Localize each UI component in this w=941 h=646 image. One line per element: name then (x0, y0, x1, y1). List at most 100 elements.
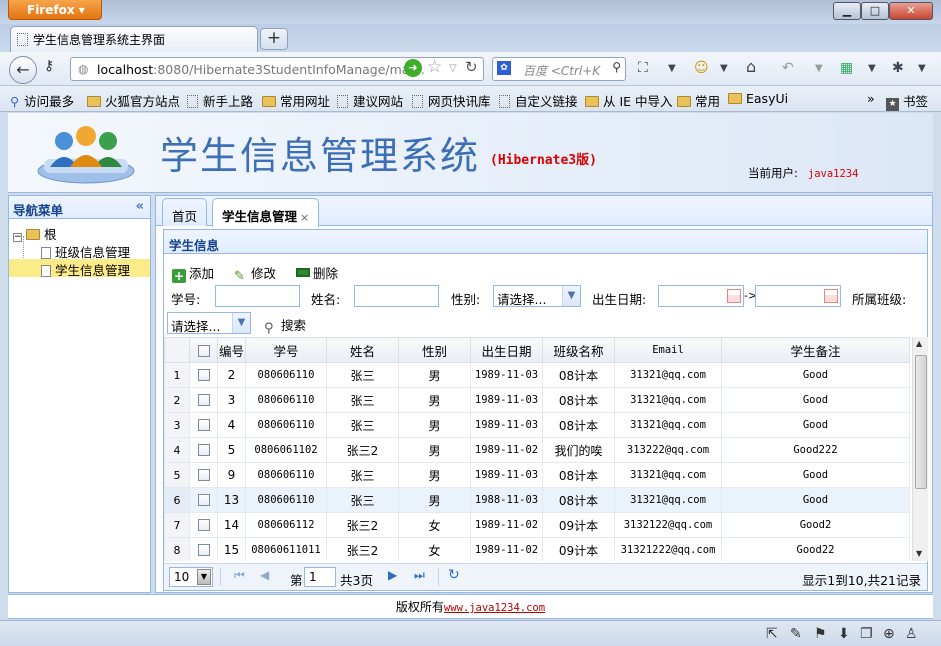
next-page-icon[interactable]: ▶ (388, 568, 397, 582)
table-row[interactable]: 8 15 08060611011 张三2 女 1989-11-02 09计本 31321222… (164, 537, 910, 561)
search-input[interactable]: ✿ 百度 <Ctrl+K ⚲ (492, 57, 626, 81)
column-header[interactable]: 姓名 (326, 337, 399, 363)
search-icon[interactable]: ⚲ (612, 60, 621, 74)
firefox-menu-button[interactable]: Firefox ▾ (8, 0, 102, 20)
new-tab-button[interactable]: + (260, 28, 288, 50)
bookmark-firefox-site[interactable]: 火狐官方站点 (87, 91, 180, 110)
search-button[interactable]: ⚲ 搜索 (264, 315, 306, 336)
row-checkbox[interactable] (197, 519, 210, 531)
birth-from-input[interactable] (658, 285, 744, 307)
chevron-down-icon[interactable]: ▼ (918, 63, 926, 74)
column-header[interactable]: 班级名称 (542, 337, 615, 363)
go-icon[interactable]: ➜ (404, 59, 422, 77)
name-input[interactable] (354, 285, 439, 307)
scroll-down-icon[interactable]: ▼ (916, 549, 922, 558)
maximize-button[interactable]: □ (861, 2, 889, 20)
close-window-button[interactable]: ✕ (889, 2, 933, 20)
table-row[interactable]: 3 4 080606110 张三男 1989-11-03 08计本 31321@qq.com… (164, 412, 910, 438)
add-button[interactable]: + 添加 (172, 263, 214, 283)
column-header[interactable]: Email (614, 337, 722, 363)
row-checkbox-cell[interactable] (189, 462, 218, 488)
column-header[interactable]: 性别 (398, 337, 471, 363)
bookmarks-menu-button[interactable]: ★ 书签 (886, 91, 928, 111)
collapse-icon[interactable]: « (136, 199, 144, 214)
bookmarks-overflow-button[interactable]: » (867, 91, 875, 106)
smiley-icon[interactable]: ☺ (694, 60, 709, 76)
row-checkbox-cell[interactable] (189, 487, 218, 513)
select-all-checkbox[interactable] (197, 344, 210, 357)
stu-no-input[interactable] (215, 285, 300, 307)
bookmark-getting-started[interactable]: 新手上路 (187, 91, 253, 110)
tab-home[interactable]: 首页 (162, 198, 208, 226)
identity-key-icon[interactable]: ⚷ (44, 58, 64, 80)
row-checkbox-cell[interactable] (189, 362, 218, 388)
addon-bar-icon[interactable]: ⊕ (883, 626, 895, 642)
row-checkbox-cell[interactable] (189, 387, 218, 413)
flag-icon[interactable]: ⚑ (814, 626, 827, 642)
bookmark-suggested-sites[interactable]: 建议网站 (337, 91, 403, 110)
row-checkbox[interactable] (197, 394, 210, 406)
tab-student-management[interactable]: 学生信息管理 × (212, 198, 320, 227)
table-row[interactable]: 7 14 080606112 张三2 女 1989-11-02 09计本 3132122@qq… (164, 512, 910, 538)
table-row[interactable]: 6 13 080606110 张三男 1988-11-03 08计本 31321@qq.co… (164, 487, 910, 513)
minimize-button[interactable]: ▁ (833, 2, 861, 20)
row-checkbox[interactable] (197, 419, 210, 431)
external-link-icon[interactable]: ⇱ (766, 626, 778, 642)
refresh-icon[interactable]: ↻ (448, 567, 460, 583)
calendar-icon[interactable] (727, 289, 741, 303)
table-row[interactable]: 5 9 080606110 张三男 1989-11-03 08计本 31321@qq.com… (164, 462, 910, 488)
copyright-link[interactable]: www.java1234.com (444, 602, 545, 614)
column-header[interactable]: 学号 (245, 337, 327, 363)
column-header[interactable]: 出生日期 (470, 337, 543, 363)
page-number-input[interactable]: 1 (304, 567, 336, 587)
delete-button[interactable]: 删除 (296, 263, 338, 282)
row-checkbox-cell[interactable] (189, 437, 218, 463)
bookmark-web-slices[interactable]: 网页快讯库 (412, 91, 491, 110)
pen-icon[interactable]: ✎ (790, 626, 802, 642)
class-select[interactable]: 请选择... ▼ (167, 312, 251, 334)
chevron-down-icon[interactable]: ▼ (668, 63, 676, 74)
row-checkbox[interactable] (197, 494, 210, 506)
undo-close-icon[interactable]: ↶ (782, 60, 794, 76)
prev-page-icon[interactable]: ◀ (260, 568, 269, 582)
nav-item-student-management[interactable]: 学生信息管理 (9, 259, 150, 278)
table-row[interactable]: 2 3 080606110 张三男 1989-11-03 08计本 31321@qq.com… (164, 387, 910, 413)
tab-close-icon[interactable]: × (300, 211, 309, 224)
row-checkbox[interactable] (197, 469, 210, 481)
table-row[interactable]: 4 5 0806061102 张三2 男 1989-11-02 我们的唉 313222@qq.… (164, 437, 910, 463)
last-page-icon[interactable]: ⏭ (414, 568, 425, 583)
vertical-scrollbar[interactable]: ▲ ▼ (912, 337, 928, 561)
row-checkbox-cell[interactable] (189, 412, 218, 438)
browser-tab[interactable]: 学生信息管理系统主界面 (10, 26, 258, 52)
first-page-icon[interactable]: ⏮ (234, 568, 245, 583)
download-icon[interactable]: ⬇ (838, 626, 850, 642)
row-checkbox-cell[interactable] (189, 512, 218, 538)
back-button[interactable]: ← (9, 56, 37, 84)
row-checkbox[interactable] (197, 444, 210, 456)
chevron-down-icon[interactable]: ▼ (815, 63, 823, 74)
table-row[interactable]: 1 2 080606110 张三男 1989-11-03 08计本 31321@qq.com… (164, 362, 910, 388)
column-header[interactable]: 编号 (217, 337, 246, 363)
screenshot-icon[interactable]: ⛶ (638, 60, 648, 76)
edit-button[interactable]: ✎ 修改 (234, 263, 276, 284)
scroll-up-icon[interactable]: ▲ (916, 339, 922, 348)
user-icon[interactable]: ♙ (905, 626, 918, 642)
bookmark-common-urls[interactable]: 常用网址 (262, 91, 330, 110)
bookmark-ie-import[interactable]: 从 IE 中导入 (585, 91, 673, 110)
row-checkbox[interactable] (197, 369, 210, 381)
calendar-icon[interactable] (824, 289, 838, 303)
tree-toggle-icon[interactable]: − (13, 233, 22, 242)
tree-root[interactable]: − 根 (13, 224, 57, 243)
select-all-checkbox-cell[interactable] (189, 337, 218, 363)
bookmark-common[interactable]: 常用 (677, 91, 720, 110)
chevron-down-icon[interactable]: ▽ (449, 63, 457, 74)
bookmark-custom-links[interactable]: 自定义链接 (499, 91, 578, 110)
column-header[interactable]: 学生备注 (721, 337, 910, 363)
star-icon[interactable]: ☆ (427, 57, 442, 77)
reload-icon[interactable]: ↻ (465, 58, 478, 76)
scroll-thumb[interactable] (915, 355, 927, 489)
bookmark-easyui[interactable]: EasyUi (728, 91, 788, 106)
chevron-down-icon[interactable]: ▼ (720, 63, 728, 74)
windows-icon[interactable]: ❐ (860, 626, 873, 642)
bug-icon[interactable]: ✱ (892, 60, 904, 76)
